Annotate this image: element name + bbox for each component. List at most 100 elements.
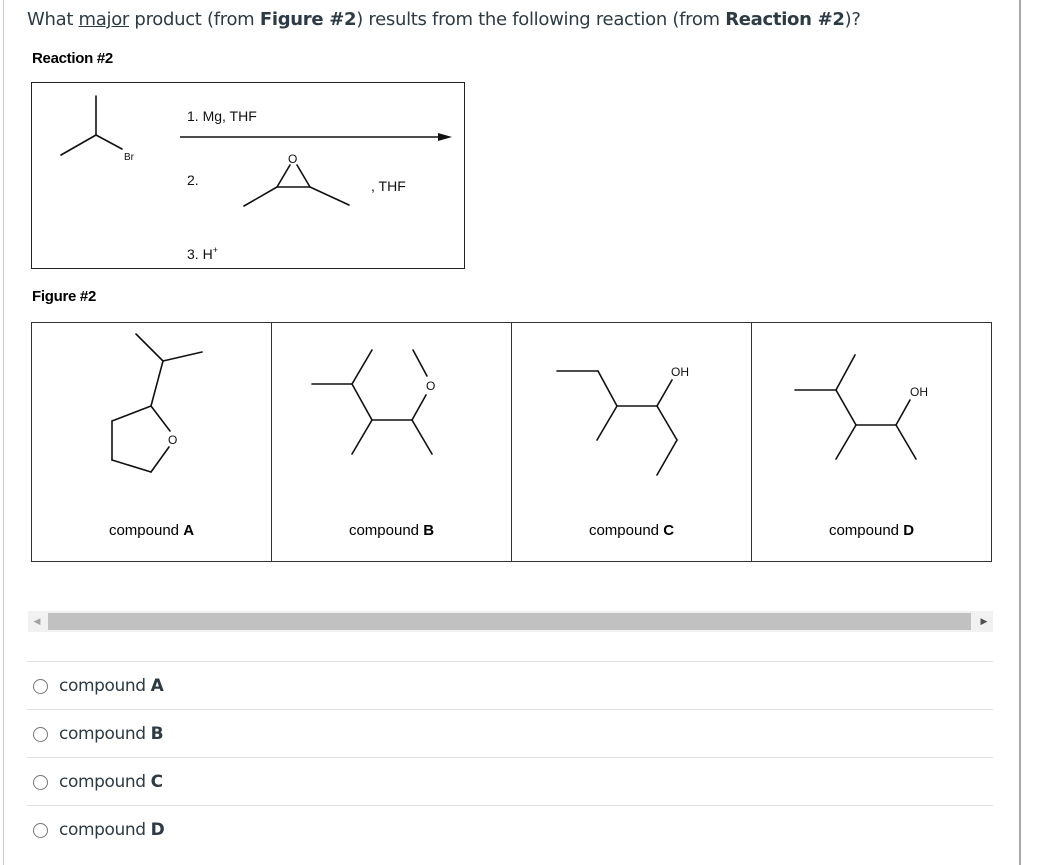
- answer-option-b-label[interactable]: compound B: [59, 723, 164, 744]
- epoxide-bond: [243, 186, 278, 207]
- compound-b-bond: [351, 383, 373, 421]
- answer-option-c-label[interactable]: compound C: [59, 772, 163, 792]
- compound-b-oxygen-label: O: [426, 379, 435, 393]
- compound-b-letter: B: [423, 522, 435, 539]
- figure-label: Figure #2: [32, 288, 96, 305]
- answer-options: compound A compound B compound C compoun…: [27, 661, 993, 853]
- compound-b-bond: [351, 419, 373, 455]
- scrollbar-thumb[interactable]: [48, 613, 971, 630]
- compound-c-label: compound C: [512, 522, 751, 539]
- reaction-label: Reaction #2: [32, 50, 113, 67]
- reaction-step-3-superscript: +: [213, 245, 218, 255]
- answer-option-d-letter: D: [150, 819, 165, 840]
- compound-d-label: compound D: [752, 522, 991, 539]
- compound-a-bond: [150, 405, 171, 432]
- question-middle-2: ) results from the following reaction (f…: [356, 9, 726, 30]
- compound-d-bond: [895, 399, 911, 426]
- reaction-scheme-drawing: Br 1. Mg, THF 2. O , THF 3. H+: [60, 95, 452, 262]
- compound-d-bond: [835, 389, 857, 426]
- answer-option-d-prefix: compound: [59, 819, 151, 840]
- compound-a-bond: [150, 446, 170, 473]
- compound-a-label-prefix: compound: [108, 522, 184, 539]
- compound-a-oxygen-label: O: [168, 433, 177, 447]
- radio-button-d[interactable]: [33, 822, 48, 838]
- compound-c-bond: [597, 370, 618, 407]
- compound-a-bond: [135, 333, 164, 362]
- compound-c-bond: [656, 379, 673, 407]
- compound-a-bond: [111, 459, 152, 473]
- reaction-step-1: 1. Mg, THF: [187, 108, 257, 124]
- question-reaction-ref: Reaction #2: [725, 9, 845, 30]
- question-suffix: )?: [844, 9, 861, 30]
- compound-a-label: compound A: [32, 522, 271, 539]
- reaction-arrow-head: [438, 133, 452, 141]
- answer-option-a[interactable]: compound A: [27, 661, 993, 709]
- compound-d-hydroxyl-label: OH: [910, 385, 928, 399]
- compound-c-bond: [596, 405, 618, 441]
- content-right-border: [1019, 0, 1021, 865]
- epoxide-oxygen-label: O: [288, 152, 297, 166]
- compound-c-label-prefix: compound: [588, 522, 664, 539]
- compound-a-bond: [162, 351, 203, 362]
- answer-option-a-label[interactable]: compound A: [59, 675, 164, 696]
- compound-b-panel: O compound B: [271, 322, 512, 562]
- compound-c-bond: [656, 439, 678, 476]
- radio-button-c[interactable]: [33, 774, 48, 790]
- answer-option-b-prefix: compound: [59, 723, 151, 744]
- compound-b-label-prefix: compound: [348, 522, 424, 539]
- compound-a-bond: [111, 405, 152, 422]
- answer-option-c-prefix: compound: [59, 771, 151, 792]
- compound-b-bond: [411, 419, 433, 455]
- reaction-step-2-solvent: , THF: [371, 178, 406, 194]
- compound-a-panel: O compound A: [31, 322, 272, 562]
- answer-option-c-letter: C: [150, 771, 163, 792]
- compound-c-bond: [656, 405, 678, 441]
- scroll-right-arrow-icon[interactable]: ▶: [975, 611, 993, 632]
- radio-button-b[interactable]: [33, 726, 48, 742]
- epoxide-bond: [296, 164, 311, 188]
- question-middle-1: product (from: [129, 9, 260, 30]
- epoxide-bond: [309, 186, 350, 206]
- epoxide-structure: [243, 164, 350, 207]
- reactant-isopropyl-bromide: [60, 95, 123, 156]
- answer-option-d[interactable]: compound D: [27, 805, 993, 853]
- compound-d-label-prefix: compound: [828, 522, 904, 539]
- compound-c-panel: OH compound C: [511, 322, 752, 562]
- question-text: What major product (from Figure #2) resu…: [27, 9, 861, 30]
- answer-option-b[interactable]: compound B: [27, 709, 993, 757]
- compound-b-bond: [351, 349, 373, 385]
- compound-c-letter: C: [663, 522, 675, 539]
- content-left-border: [3, 0, 4, 865]
- scroll-left-arrow-icon[interactable]: ◀: [28, 611, 46, 632]
- epoxide-bond: [276, 164, 291, 188]
- question-emphasis: major: [78, 9, 130, 30]
- reactant-bond: [60, 134, 97, 156]
- compound-b-bond: [411, 394, 427, 421]
- compound-d-bond: [835, 424, 857, 460]
- answer-option-a-letter: A: [150, 675, 164, 696]
- reaction-step-2-number: 2.: [187, 172, 199, 188]
- radio-button-a[interactable]: [33, 678, 48, 694]
- compound-d-panel: OH compound D: [751, 322, 992, 562]
- answer-option-b-letter: B: [150, 723, 164, 744]
- horizontal-scrollbar[interactable]: ◀ ▶: [28, 611, 993, 632]
- compound-a-letter: A: [183, 522, 195, 539]
- reactant-bond: [95, 134, 123, 150]
- compound-b-bond: [412, 349, 428, 377]
- answer-option-d-label[interactable]: compound D: [59, 819, 165, 840]
- question-prefix: What: [27, 9, 79, 30]
- reaction-step-3: 3. H+: [187, 245, 218, 262]
- question-figure-ref: Figure #2: [259, 9, 357, 30]
- reaction-step-3-text: 3. H: [187, 246, 213, 262]
- figure-compounds: O compound A O compound B OH compound C …: [31, 322, 992, 562]
- reaction-scheme: Br 1. Mg, THF 2. O , THF 3. H+: [31, 82, 465, 269]
- compound-d-bond: [835, 354, 856, 391]
- compound-d-letter: D: [903, 522, 915, 539]
- answer-option-a-prefix: compound: [59, 675, 151, 696]
- compound-d-bond: [895, 424, 917, 460]
- answer-option-c[interactable]: compound C: [27, 757, 993, 805]
- compound-b-label: compound B: [272, 522, 511, 539]
- bromine-atom-label: Br: [124, 152, 135, 163]
- compound-a-bond: [150, 360, 164, 407]
- compound-c-hydroxyl-label: OH: [671, 365, 689, 379]
